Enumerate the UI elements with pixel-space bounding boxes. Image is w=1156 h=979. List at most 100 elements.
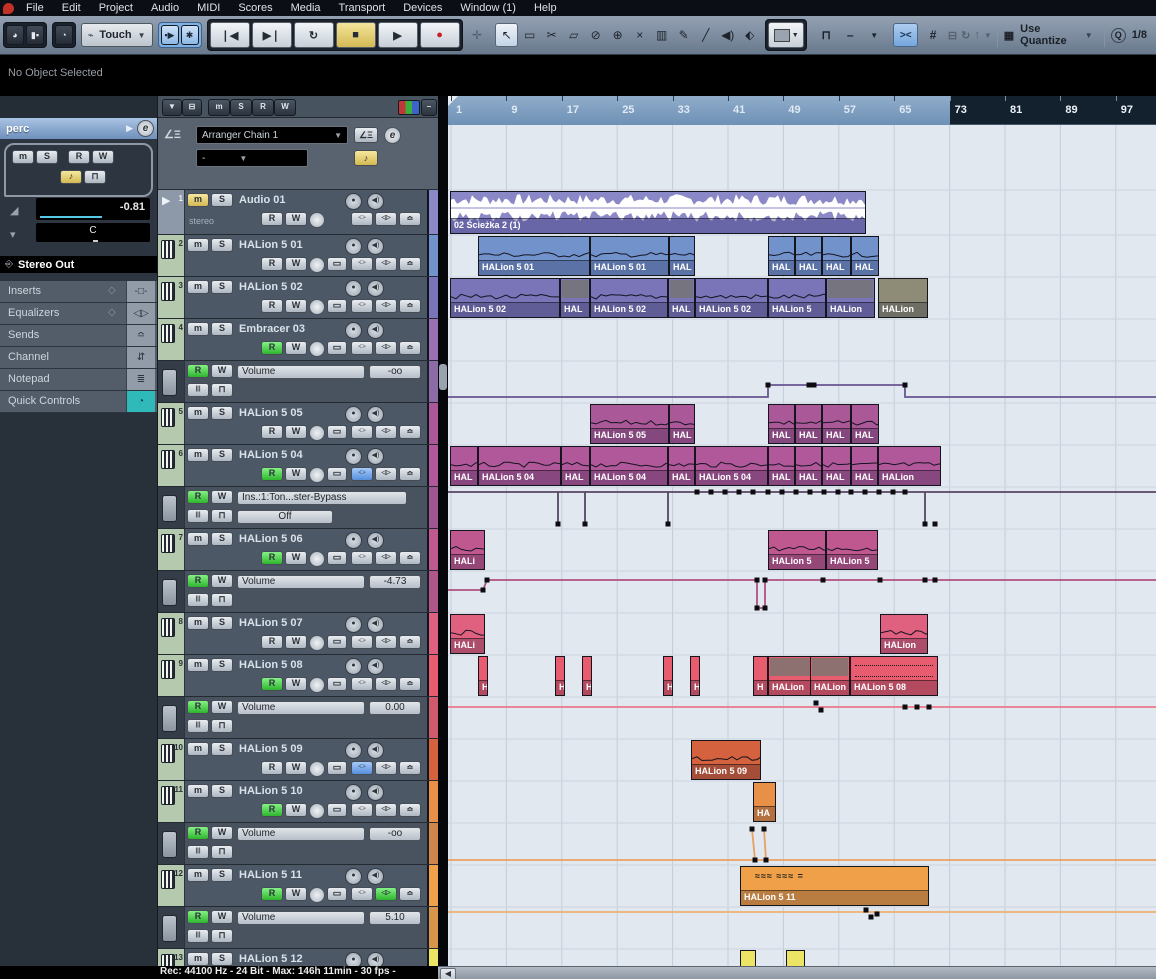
edit-channel-button[interactable] xyxy=(309,257,325,273)
global-read-button[interactable]: R xyxy=(252,99,274,116)
go-start-button[interactable]: ❘◀ xyxy=(210,22,250,48)
mute-button[interactable]: m xyxy=(187,406,209,420)
edit-channel-button[interactable] xyxy=(309,467,325,483)
midi-event[interactable]: HALion 5 08 xyxy=(850,656,938,696)
sends-state-button[interactable]: ≏ xyxy=(399,677,421,691)
sends-state-button[interactable]: ≏ xyxy=(399,299,421,313)
monitor-button[interactable]: ◀) xyxy=(367,448,384,465)
midi-event[interactable]: HALi xyxy=(450,530,485,570)
sends-state-button[interactable]: ≏ xyxy=(399,635,421,649)
edit-channel-button[interactable] xyxy=(309,803,325,819)
edit-channel-button[interactable] xyxy=(309,212,325,228)
midi-event[interactable]: HAL xyxy=(822,236,851,276)
menu-scores[interactable]: Scores xyxy=(229,2,281,14)
mute-button[interactable]: m xyxy=(187,280,209,294)
inspector-tab-channel[interactable]: Channel⇵ xyxy=(0,347,157,368)
record-enable-button[interactable]: ● xyxy=(345,406,362,423)
edit-channel-button[interactable] xyxy=(309,761,325,777)
solo-button[interactable]: S xyxy=(211,658,233,672)
write-automation-button[interactable]: W xyxy=(285,803,307,817)
snap-button[interactable]: >< xyxy=(893,23,918,47)
midi-device-button[interactable]: ▭ xyxy=(327,803,347,817)
inserts-state-button[interactable]: -□- xyxy=(351,425,373,439)
automation-lane-handle[interactable] xyxy=(162,495,177,522)
mute-button[interactable]: m xyxy=(187,532,209,546)
sends-state-button[interactable]: ≏ xyxy=(399,212,421,226)
midi-event[interactable]: HAL xyxy=(669,236,695,276)
automation-lane-handle[interactable] xyxy=(162,831,177,858)
eq-state-button[interactable]: ◁▷ xyxy=(375,257,397,271)
midi-device-button[interactable]: ▭ xyxy=(327,467,347,481)
cycle-button[interactable]: ↻ xyxy=(294,22,334,48)
show-lanes-button[interactable]: ||| xyxy=(187,593,209,607)
inspector-tab-quick-controls[interactable]: Quick Controls◔ xyxy=(0,391,157,412)
write-automation-button[interactable]: W xyxy=(211,910,233,924)
lock-button[interactable]: ⊓ xyxy=(211,929,233,943)
midi-event[interactable]: ≈≈≈ ≈≈≈ =HALion 5 11 xyxy=(740,866,929,906)
midi-event[interactable]: HALion xyxy=(878,446,941,486)
midi-event[interactable]: HALion xyxy=(826,278,875,318)
automation-lane-row[interactable]: RWVolume-4.73|||⊓ xyxy=(158,571,438,613)
menu-edit[interactable]: Edit xyxy=(53,2,90,14)
midi-event[interactable]: H xyxy=(582,656,592,696)
read-automation-button[interactable]: R xyxy=(261,887,283,901)
sends-state-button[interactable]: ≏ xyxy=(399,467,421,481)
monitor-button[interactable]: ◀) xyxy=(367,193,384,210)
monitor-button[interactable]: ◀) xyxy=(367,322,384,339)
automation-value-field[interactable]: -oo xyxy=(369,827,421,841)
write-automation-button[interactable]: W xyxy=(285,887,307,901)
menu-file[interactable]: File xyxy=(17,2,53,14)
solo-button[interactable]: S xyxy=(211,193,233,207)
lock-button[interactable]: ⊓ xyxy=(211,719,233,733)
midi-event[interactable]: HAL xyxy=(822,446,851,486)
eq-state-button[interactable]: ◁▷ xyxy=(375,299,397,313)
arranger-editor-button[interactable]: ∠Ξ xyxy=(354,127,378,143)
quantize-preset-select[interactable]: ▦ Use Quantize ▼ xyxy=(997,23,1099,47)
solo-button[interactable]: S xyxy=(211,238,233,252)
sends-state-button[interactable]: ≏ xyxy=(399,761,421,775)
solo-button[interactable]: S xyxy=(211,868,233,882)
show-lanes-button[interactable]: ||| xyxy=(187,509,209,523)
eq-state-button[interactable]: ◁▷ xyxy=(375,635,397,649)
edit-channel-button[interactable] xyxy=(309,299,325,315)
play-preview-tool[interactable]: ◀) xyxy=(717,24,738,46)
eq-state-button[interactable]: ◁▷ xyxy=(375,677,397,691)
automation-lane-handle[interactable] xyxy=(162,915,177,942)
automation-lane-row[interactable]: RWVolume0.00|||⊓ xyxy=(158,697,438,739)
global-mute-button[interactable]: m xyxy=(208,99,230,116)
midi-event[interactable]: HAL xyxy=(561,446,590,486)
midi-event[interactable]: HALion 5 09 xyxy=(691,740,761,780)
record-enable-button[interactable]: ● xyxy=(345,238,362,255)
inserts-icon[interactable]: -□- xyxy=(126,281,155,302)
read-automation-button[interactable]: R xyxy=(187,910,209,924)
inspector-tab-sends[interactable]: Sends≏ xyxy=(0,325,157,346)
midi-event[interactable]: HALion 5 01 xyxy=(590,236,669,276)
minimize-button[interactable]: – xyxy=(421,99,437,116)
read-automation-button[interactable]: R xyxy=(261,677,283,691)
automation-lane-row[interactable]: RWVolume-oo|||⊓ xyxy=(158,823,438,865)
midi-event[interactable]: HAL xyxy=(851,446,878,486)
collapse-all-button[interactable]: ▼ xyxy=(162,99,182,116)
lock-button[interactable]: ⊓ xyxy=(211,383,233,397)
read-automation-button[interactable]: R xyxy=(187,700,209,714)
write-automation-button[interactable]: W xyxy=(285,212,307,226)
menu-midi[interactable]: MIDI xyxy=(188,2,229,14)
menu-help[interactable]: Help xyxy=(525,2,566,14)
midi-event[interactable]: H xyxy=(663,656,673,696)
eq-state-button[interactable]: ◁▷ xyxy=(375,341,397,355)
edit-channel-button[interactable] xyxy=(309,425,325,441)
zoom-tool[interactable]: ⊕ xyxy=(607,24,628,46)
midi-event[interactable]: HALion 5 02 xyxy=(695,278,768,318)
global-write-button[interactable]: W xyxy=(274,99,296,116)
horizontal-scrollbar[interactable]: ◀ xyxy=(438,966,1156,979)
automation-parameter-field[interactable]: Ins.:1:Ton...ster-Bypass xyxy=(237,491,407,505)
midi-event[interactable]: HALion 5 04 xyxy=(478,446,561,486)
midi-event[interactable]: HAL xyxy=(668,278,695,318)
midi-event[interactable]: HAL xyxy=(851,236,879,276)
equalizers-icon[interactable]: ◁▷ xyxy=(126,303,155,324)
track-row[interactable]: 6mSHALion 5 04●◀)RW▭-□-◁▷≏ xyxy=(158,445,438,487)
show-lanes-button[interactable]: ||| xyxy=(187,383,209,397)
midi-event[interactable]: HALion 5 xyxy=(768,530,826,570)
read-automation-button[interactable]: R xyxy=(261,551,283,565)
menu-media[interactable]: Media xyxy=(282,2,330,14)
